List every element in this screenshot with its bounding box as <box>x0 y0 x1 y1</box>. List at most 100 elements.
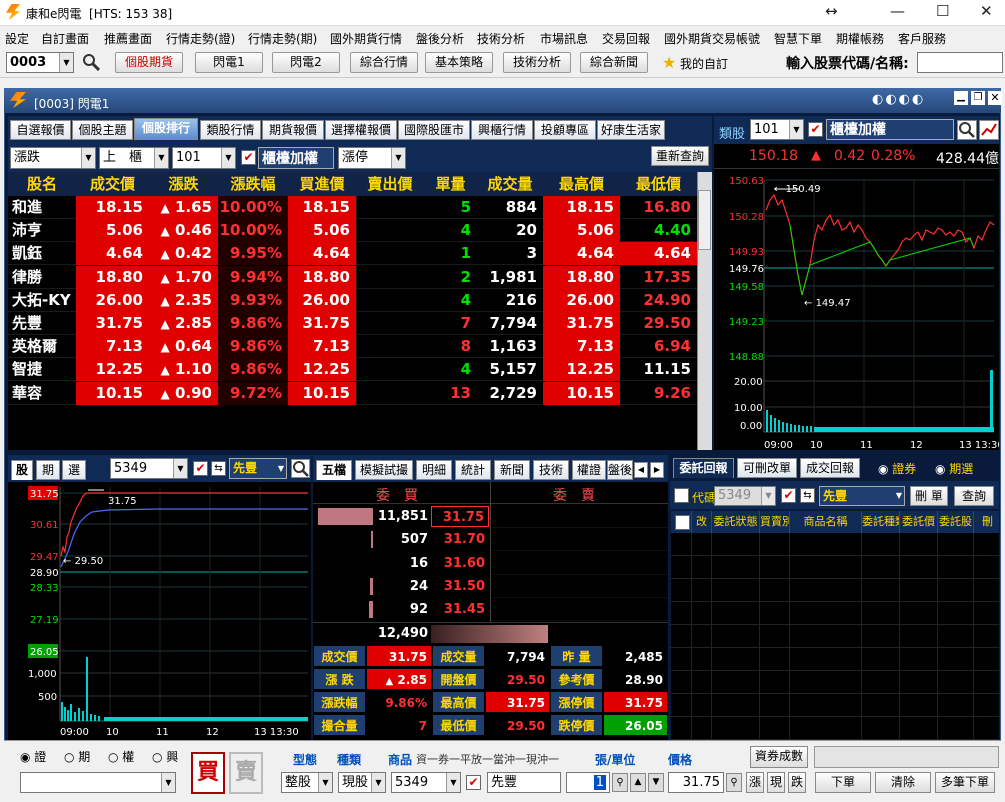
menu-item[interactable]: 設定 <box>5 30 29 47</box>
tab-futures-small[interactable]: 期 <box>36 460 60 480</box>
order-row[interactable] <box>671 533 999 556</box>
table-row[interactable]: 先豐 31.75 ▲ 2.85 9.86% 31.75 7 7,794 31.75 29.50 <box>8 312 697 335</box>
ask-level-row[interactable] <box>492 552 668 575</box>
sub-close-icon[interactable]: ✕ <box>988 91 1002 105</box>
menu-item[interactable]: 推薦畫面 <box>104 30 152 47</box>
bid-level-row[interactable]: 507 31.70 <box>313 528 491 551</box>
favorites-link[interactable]: 我的自訂 <box>680 55 728 72</box>
table-row[interactable]: 英格爾 7.13 ▲ 0.64 9.86% 7.13 8 1,163 7.13 6.94 <box>8 335 697 359</box>
order-row[interactable] <box>671 556 999 579</box>
menu-item[interactable]: 交易回報 <box>602 30 650 47</box>
index-code-select[interactable]: 101 ▼ <box>172 147 236 169</box>
price-input[interactable]: 31.75 <box>668 772 724 793</box>
chevron-down-icon[interactable]: ▼ <box>154 148 168 168</box>
sub-minimize-icon[interactable]: ▁ <box>954 91 968 105</box>
menu-item[interactable]: 客戶服務 <box>898 30 946 47</box>
chart-type-icon[interactable] <box>979 120 999 140</box>
sub-maximize-icon[interactable]: ❐ <box>971 91 985 105</box>
menu-item[interactable]: 國外期貨交易帳號 <box>664 30 760 47</box>
sell-button[interactable]: 賣 <box>229 752 263 794</box>
tab-simulate[interactable]: 模擬試撮 <box>355 460 413 480</box>
radio-stock[interactable]: ◉ 證 <box>20 748 46 765</box>
ask-level-row[interactable] <box>492 528 668 552</box>
menu-item[interactable]: 行情走勢(期) <box>248 30 317 47</box>
orders-column-header[interactable]: 委託價 <box>899 511 937 533</box>
tab-tech[interactable]: 技術 <box>533 460 569 480</box>
column-header[interactable]: 買進價 <box>288 173 356 195</box>
tab-advisory[interactable]: 投顧專區 <box>534 120 596 140</box>
qty-up-icon[interactable]: ▲ <box>630 773 646 792</box>
tab-options-small[interactable]: 選 <box>62 460 86 480</box>
bid-level-row[interactable]: 16 31.60 <box>313 552 491 575</box>
stock-name-select[interactable]: 先豐 ▼ <box>229 458 287 479</box>
menu-item[interactable]: 期權帳務 <box>836 30 884 47</box>
ask-level-row[interactable] <box>492 598 668 622</box>
table-row[interactable]: 律勝 18.80 ▲ 1.70 9.94% 18.80 2 1,981 18.80 17.35 <box>8 265 697 289</box>
column-header[interactable]: 漲跌 <box>149 173 218 195</box>
delete-order-button[interactable]: 刪 單 <box>910 486 948 506</box>
code-select[interactable]: 0003 ▼ <box>6 52 74 73</box>
order-kind-select[interactable]: 現股 ▼ <box>338 772 386 793</box>
tab-afterhours[interactable]: 盤後 <box>607 460 633 480</box>
tab-sector[interactable]: 類股行情 <box>200 120 261 140</box>
table-row[interactable]: 大拓-KY 26.00 ▲ 2.35 9.93% 26.00 4 216 26.00 24.90 <box>8 288 697 312</box>
tab-warrant[interactable]: 權證 <box>572 460 606 480</box>
refresh-button[interactable]: 重新查詢 <box>651 146 709 166</box>
account-select[interactable]: ▼ <box>20 772 176 793</box>
scroll-thumb[interactable] <box>698 190 711 250</box>
minimize-icon[interactable]: — <box>890 2 905 20</box>
order-confirm-checkbox[interactable]: ✔ <box>466 775 481 790</box>
search-icon[interactable] <box>291 459 310 478</box>
orders-column-header[interactable]: 委託股 <box>937 511 973 533</box>
resize-arrows-icon[interactable]: ↔ <box>825 2 838 20</box>
radio-futures[interactable]: ◉ 期選 <box>935 460 973 477</box>
bid-level-row[interactable]: 92 31.45 <box>313 598 491 621</box>
tab-stats[interactable]: 統計 <box>455 460 491 480</box>
chevron-down-icon[interactable]: ▼ <box>161 773 175 792</box>
market-dir-select[interactable]: 上 櫃 ▼ <box>99 147 169 169</box>
ask-level-row[interactable] <box>492 575 668 598</box>
order-name-field[interactable]: 先豐 <box>487 772 561 793</box>
chevron-down-icon[interactable]: ▼ <box>318 773 332 792</box>
limit-down-button[interactable]: 跌 <box>788 772 806 793</box>
order-row[interactable] <box>671 694 999 717</box>
menu-item[interactable]: 行情走勢(證) <box>166 30 235 47</box>
condition-select[interactable]: 漲停 ▼ <box>338 147 406 169</box>
order-row[interactable] <box>671 671 999 694</box>
tab-order-report[interactable]: 委託回報 <box>673 458 734 478</box>
tab-fill-report[interactable]: 成交回報 <box>800 458 860 478</box>
flash2-button[interactable]: 閃電2 <box>272 52 340 73</box>
select-all-checkbox[interactable] <box>675 515 690 530</box>
ask-level-row[interactable] <box>492 505 668 528</box>
tab-five-level[interactable]: 五檔 <box>316 460 352 480</box>
maximize-icon[interactable]: ☐ <box>936 2 949 20</box>
menu-item[interactable]: 盤後分析 <box>416 30 464 47</box>
chevron-down-icon[interactable]: ▼ <box>221 148 235 168</box>
orders-column-header[interactable]: 委託種類 <box>861 511 899 533</box>
orders-column-header[interactable]: 委託狀態 <box>711 511 759 533</box>
menu-item[interactable]: 智慧下單 <box>774 30 822 47</box>
tab-lifestyle[interactable]: 好康生活家 <box>597 120 665 140</box>
price-lock-icon[interactable]: ⚲ <box>726 773 742 792</box>
link-icon[interactable]: ⇆ <box>211 461 226 476</box>
column-header[interactable]: 漲跌幅 <box>218 173 288 195</box>
tab-right-arrow-icon[interactable]: ▶ <box>650 462 664 478</box>
chevron-down-icon[interactable]: ▼ <box>59 53 73 72</box>
strategy-button[interactable]: 基本策略 <box>425 52 493 73</box>
search-icon[interactable] <box>82 53 101 72</box>
filter-checkbox[interactable]: ✔ <box>241 150 256 165</box>
index-checkbox[interactable]: ✔ <box>808 122 823 137</box>
news-button[interactable]: 綜合新聞 <box>580 52 648 73</box>
market-price-button[interactable]: 現 <box>767 772 785 793</box>
chevron-down-icon[interactable]: ▼ <box>173 459 187 478</box>
orders-column-header[interactable]: 買賣別 <box>759 511 789 533</box>
tab-ranking[interactable]: 個股排行 <box>134 118 198 140</box>
tab-detail[interactable]: 明細 <box>416 460 452 480</box>
column-header[interactable]: 單量 <box>424 173 477 195</box>
chevron-down-icon[interactable]: ▼ <box>81 148 95 168</box>
tech-analysis-button[interactable]: 技術分析 <box>503 52 571 73</box>
tab-options[interactable]: 選擇權報價 <box>325 120 397 140</box>
menu-item[interactable]: 自訂畫面 <box>41 30 89 47</box>
index-code-select-right[interactable]: 101 ▼ <box>750 119 804 140</box>
tab-modify[interactable]: 可刪改單 <box>737 458 797 478</box>
